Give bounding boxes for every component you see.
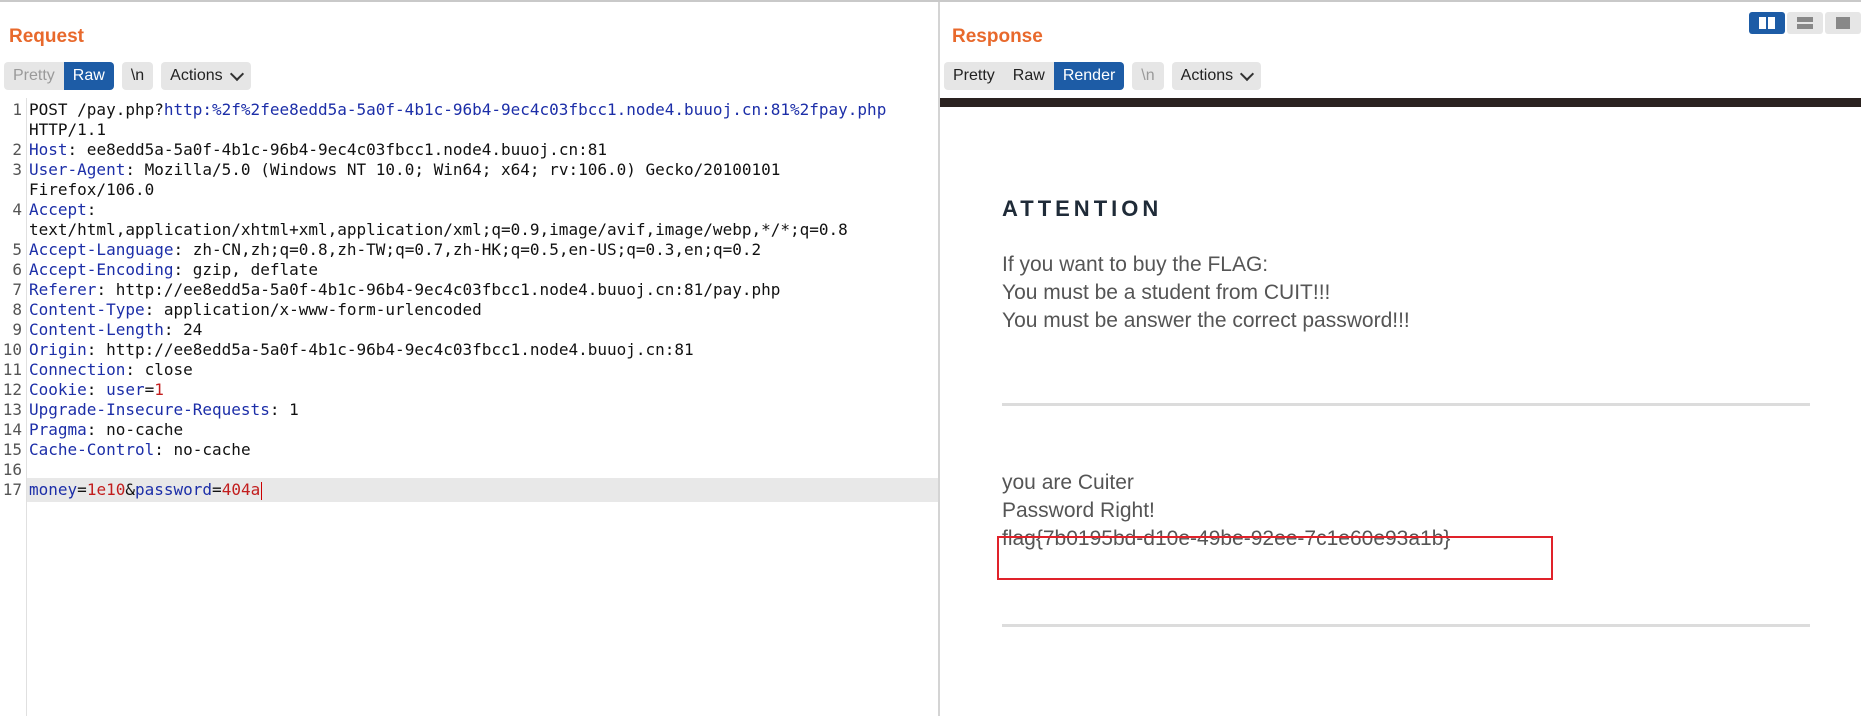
response-tab-pretty[interactable]: Pretty <box>944 62 1004 90</box>
response-tab-raw[interactable]: Raw <box>1003 62 1054 90</box>
request-newline-toggle[interactable]: \n <box>121 62 154 90</box>
request-editor[interactable]: 1 POST /pay.php?http:%2f%2fee8edd5a-5a0f… <box>0 98 938 716</box>
response-title: Response <box>952 26 1043 47</box>
attention-line: You must be a student from CUIT!!! <box>1002 281 1331 304</box>
header-name: Accept <box>29 200 87 219</box>
header-name: Origin <box>29 340 87 359</box>
header-name: Referer <box>29 280 97 299</box>
layout-single-button[interactable] <box>1825 12 1861 34</box>
header-value: application/x-www-form-urlencoded <box>154 300 482 319</box>
response-tabbar: Pretty Raw Render \n Actions <box>944 62 1262 90</box>
header-name: Cookie <box>29 380 87 399</box>
rendered-header-bar <box>940 98 1861 107</box>
header-value <box>96 380 106 399</box>
request-tab-raw[interactable]: Raw <box>63 62 114 90</box>
header-value: 24 <box>173 320 203 339</box>
request-tabbar: Pretty Raw \n Actions <box>4 62 251 90</box>
header-name: Host <box>29 140 68 159</box>
divider-line <box>1002 403 1810 406</box>
request-url: http:%2f%2fee8edd5a-5a0f-4b1c-96b4-9ec4c… <box>163 100 887 119</box>
request-actions-button[interactable]: Actions <box>161 62 251 90</box>
header-value: no-cache <box>96 420 184 439</box>
layout-stacked-button[interactable] <box>1787 12 1823 34</box>
split-view-icon <box>1759 17 1775 29</box>
header-value: zh-CN,zh;q=0.8,zh-TW;q=0.7,zh-HK;q=0.5,e… <box>183 240 762 259</box>
attention-heading: ATTENTION <box>1002 196 1163 221</box>
header-value: 1 <box>279 400 299 419</box>
response-tab-render[interactable]: Render <box>1053 62 1125 90</box>
result-line: you are Cuiter <box>1002 471 1134 494</box>
request-actions-label: Actions <box>170 67 223 84</box>
text-caret <box>261 481 263 500</box>
line-number: 17 <box>2 480 22 499</box>
attention-line: You must be answer the correct password!… <box>1002 309 1410 332</box>
layout-toggle-group <box>1747 12 1861 34</box>
header-value: no-cache <box>163 440 251 459</box>
header-name: Upgrade-Insecure-Requests <box>29 400 270 419</box>
cookie-value: 1 <box>154 380 164 399</box>
header-value: close <box>134 360 193 379</box>
header-name: Content-Type <box>29 300 145 319</box>
request-panel: Request Pretty Raw \n Actions 1 POST /pa… <box>0 2 938 716</box>
rendered-page: ATTENTION If you want to buy the FLAG: Y… <box>940 98 1861 716</box>
header-value: Mozilla/5.0 (Windows NT 10.0; Win64; x64… <box>134 160 781 179</box>
response-actions-label: Actions <box>1180 67 1234 84</box>
header-name: Accept-Language <box>29 240 174 259</box>
request-tab-pretty[interactable]: Pretty <box>4 62 64 90</box>
header-value: gzip, deflate <box>183 260 318 279</box>
stacked-view-icon <box>1797 17 1813 29</box>
response-actions-button[interactable]: Actions <box>1171 62 1262 90</box>
header-name: Content-Length <box>29 320 164 339</box>
layout-side-by-side-button[interactable] <box>1749 12 1785 34</box>
chevron-down-icon <box>229 66 244 81</box>
chevron-down-icon <box>1240 66 1255 81</box>
header-value: http://ee8edd5a-5a0f-4b1c-96b4-9ec4c03fb… <box>106 280 781 299</box>
body-param-value: 1e10 <box>86 480 126 499</box>
cookie-name: user <box>106 380 145 399</box>
header-value: http://ee8edd5a-5a0f-4b1c-96b4-9ec4c03fb… <box>96 340 694 359</box>
single-view-icon <box>1836 17 1850 29</box>
divider-line <box>1002 624 1810 627</box>
header-name: Cache-Control <box>29 440 155 459</box>
response-panel: Response Pretty Raw Render \n Actions AT… <box>940 2 1861 716</box>
body-param-value: 404a <box>221 480 261 499</box>
attention-line: If you want to buy the FLAG: <box>1002 253 1269 276</box>
result-line: Password Right! <box>1002 499 1155 522</box>
header-name: Accept-Encoding <box>29 260 174 279</box>
editor-line-current: 17 money=1e10&password=404a <box>3 478 938 502</box>
request-method-path: POST /pay.php? <box>29 100 164 119</box>
body-param-name: password <box>134 480 213 499</box>
header-name: Pragma <box>29 420 87 439</box>
request-title: Request <box>9 26 84 47</box>
header-name: User-Agent <box>29 160 126 179</box>
header-value: ee8edd5a-5a0f-4b1c-96b4-9ec4c03fbcc1.nod… <box>77 140 607 159</box>
response-newline-toggle[interactable]: \n <box>1132 62 1164 90</box>
body-param-name: money <box>29 480 78 499</box>
flag-highlight-box <box>997 536 1553 580</box>
header-name: Connection <box>29 360 126 379</box>
